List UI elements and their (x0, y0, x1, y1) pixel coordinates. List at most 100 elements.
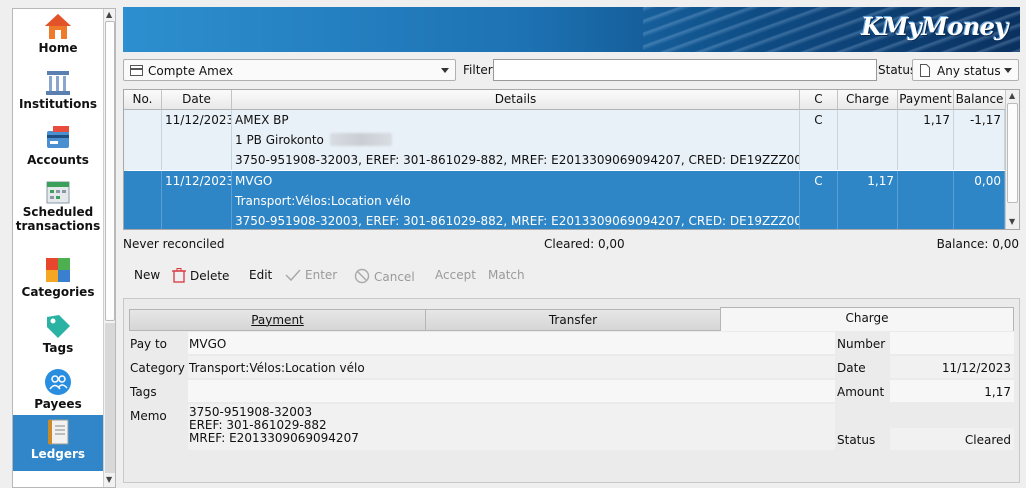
number-label: Number (837, 337, 886, 351)
category-value: Transport:Vélos:Location vélo (189, 361, 365, 375)
delete-label: Delete (190, 269, 230, 283)
scroll-down-icon[interactable]: ▼ (1009, 217, 1015, 226)
tab-payment[interactable]: Payment (129, 309, 426, 331)
tab-label: Charge (845, 311, 889, 325)
new-button[interactable]: New (134, 268, 160, 282)
sidebar-item-label: Payees (34, 397, 82, 411)
app-banner: KMyMoney (123, 7, 1020, 52)
category-text: Transport:Vélos:Location vélo (235, 194, 411, 208)
cell-balance: -1,17 (954, 110, 1005, 170)
pay-to-label: Pay to (130, 337, 168, 351)
payee-text: AMEX BP (235, 113, 289, 127)
cell-date: 11/12/2023 (162, 110, 232, 170)
account-icon (130, 65, 143, 76)
sidebar-item-scheduled-transactions[interactable]: Scheduled transactions (13, 177, 103, 239)
column-header-balance[interactable]: Balance (954, 90, 1006, 110)
column-header-details[interactable]: Details (232, 90, 800, 110)
column-header-cleared[interactable]: C (800, 90, 838, 110)
edit-button[interactable]: Edit (249, 268, 272, 282)
payee-text: MVGO (235, 174, 273, 188)
sidebar-item-payees[interactable]: Payees (13, 365, 103, 421)
sidebar-item-institutions[interactable]: Institutions (13, 65, 103, 121)
memo-line: 3750-951908-32003 (189, 405, 313, 419)
scroll-thumb[interactable] (1007, 103, 1018, 203)
tags-field[interactable] (188, 380, 835, 402)
navigation-sidebar: Home Institutions Accounts Scheduled tra… (12, 8, 116, 488)
accept-button[interactable]: Accept (435, 268, 476, 282)
payees-icon (45, 369, 71, 395)
column-header-charge[interactable]: Charge (838, 90, 898, 110)
match-button[interactable]: Match (488, 268, 525, 282)
tab-label: Payment (251, 313, 304, 327)
category-label: Category (130, 361, 185, 375)
payment-value: 1,17 (923, 113, 950, 127)
cleared-flag: C (814, 174, 823, 188)
memo-text: 3750-951908-32003, EREF: 301-861029-882,… (235, 153, 800, 167)
sidebar-item-label: Ledgers (30, 447, 86, 461)
scroll-thumb[interactable] (105, 21, 115, 321)
cell-details: AMEX BP 1 PB Girokonto 3750-951908-32003… (232, 110, 800, 170)
cancel-button[interactable]: Cancel (354, 268, 415, 284)
date-text: 11/12/2023 (165, 113, 232, 127)
sidebar-item-label: Institutions (18, 97, 98, 111)
tag-icon (47, 315, 70, 338)
column-header-payment[interactable]: Payment (898, 90, 954, 110)
scroll-down-icon[interactable]: ▼ (106, 475, 112, 484)
scroll-track (105, 323, 115, 473)
sidebar-item-home[interactable]: Home (13, 9, 103, 65)
account-line: 1 PB Girokonto (235, 133, 392, 147)
reconciliation-status: Never reconciled (123, 237, 225, 251)
date-text: 11/12/2023 (165, 174, 232, 188)
cleared-flag: C (814, 113, 823, 127)
cell-date: 11/12/2023 (162, 171, 232, 229)
memo-text: 3750-951908-32003, EREF: 301-861029-882,… (235, 214, 800, 228)
scroll-up-icon[interactable]: ▲ (106, 10, 112, 19)
checkmark-icon (285, 269, 301, 282)
sidebar-item-tags[interactable]: Tags (13, 309, 103, 365)
ledger-table[interactable]: No. Date Details C Charge Payment Balanc… (123, 89, 1020, 230)
status-filter-value: Any status (937, 64, 1001, 78)
cell-balance: 0,00 (954, 171, 1005, 229)
tab-charge[interactable]: Charge (720, 307, 1014, 331)
categories-icon (46, 258, 70, 282)
account-selector[interactable]: Compte Amex (123, 59, 456, 81)
date-label: Date (837, 361, 866, 375)
tab-transfer[interactable]: Transfer (425, 309, 721, 331)
filter-label: Filter: (463, 63, 497, 77)
pay-to-value: MVGO (189, 337, 227, 351)
bank-icon (46, 71, 70, 95)
memo-line: EREF: 301-861029-882 (189, 418, 327, 432)
sidebar-item-categories[interactable]: Categories (13, 253, 103, 309)
filter-input[interactable] (493, 59, 877, 81)
status-filter-selector[interactable]: Any status (912, 59, 1019, 81)
balance-value: 0,00 (974, 174, 1001, 188)
number-field[interactable] (890, 332, 1014, 354)
status-label: Status (878, 63, 917, 77)
sidebar-scrollbar[interactable]: ▲ ▼ (103, 9, 115, 487)
sidebar-item-ledgers[interactable]: Ledgers (13, 415, 103, 471)
cell-details: MVGO Transport:Vélos:Location vélo 3750-… (232, 171, 800, 229)
cell-no (124, 110, 162, 170)
enter-button[interactable]: Enter (285, 268, 337, 282)
cancel-label: Cancel (374, 270, 415, 284)
ledger-scrollbar[interactable]: ▲ ▼ (1005, 90, 1019, 229)
cell-cleared: C (800, 110, 838, 170)
cleared-total: Cleared: 0,00 (544, 237, 625, 251)
cancel-icon (354, 268, 370, 284)
sidebar-item-accounts[interactable]: Accounts (13, 121, 103, 177)
sidebar-item-label: Scheduled transactions (15, 205, 101, 233)
table-row[interactable]: 11/12/2023 AMEX BP 1 PB Girokonto 3750-9… (124, 110, 1005, 170)
table-row-selected[interactable]: 11/12/2023 MVGO Transport:Vélos:Location… (124, 171, 1005, 229)
account-text: 1 PB Girokonto (235, 133, 324, 147)
column-header-no[interactable]: No. (124, 90, 162, 110)
delete-button[interactable]: Delete (172, 268, 229, 283)
status-label: Status (837, 433, 876, 447)
trash-icon (172, 268, 186, 283)
chevron-down-icon (441, 68, 449, 73)
sidebar-item-label: Tags (42, 341, 74, 355)
scroll-up-icon[interactable]: ▲ (1009, 91, 1015, 100)
payee-field[interactable] (188, 332, 835, 354)
calendar-icon (46, 181, 70, 204)
column-header-date[interactable]: Date (162, 90, 232, 110)
memo-label: Memo (130, 409, 167, 423)
